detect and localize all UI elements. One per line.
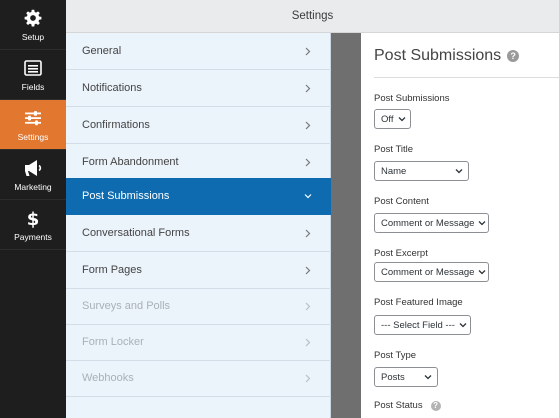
post-content-label: Post Content bbox=[374, 196, 429, 207]
sidebar-item-label: Settings bbox=[17, 131, 49, 142]
menu-item-label: Conversational Forms bbox=[82, 227, 190, 239]
chevron-down-icon bbox=[303, 191, 313, 201]
settings-menu: General Notifications Confirmations Form… bbox=[66, 33, 331, 418]
gear-icon bbox=[23, 8, 43, 28]
post-featured-image-label: Post Featured Image bbox=[374, 297, 463, 308]
chevron-down-icon bbox=[424, 373, 432, 381]
help-icon[interactable]: ? bbox=[507, 50, 520, 62]
menu-item-notifications[interactable]: Notifications bbox=[66, 70, 331, 107]
menu-item-label: Form Pages bbox=[82, 264, 142, 276]
header-title: Settings bbox=[291, 10, 334, 22]
chevron-right-icon bbox=[303, 120, 313, 130]
builder-sidebar: Setup Fields Settings Marketing $ Paymen… bbox=[0, 0, 66, 418]
post-submissions-select[interactable]: Off bbox=[374, 109, 411, 129]
post-title-label: Post Title bbox=[374, 144, 414, 155]
sidebar-item-setup[interactable]: Setup bbox=[0, 0, 66, 50]
select-value: --- Select Field --- bbox=[381, 319, 455, 331]
panel-title: Post Submissions bbox=[374, 47, 502, 64]
megaphone-icon bbox=[23, 158, 43, 178]
select-value: Name bbox=[381, 165, 407, 177]
sidebar-item-label: Payments bbox=[14, 231, 52, 242]
sidebar-item-marketing[interactable]: Marketing bbox=[0, 150, 66, 200]
dollar-icon: $ bbox=[23, 208, 43, 228]
chevron-right-icon bbox=[303, 373, 313, 383]
svg-text:$: $ bbox=[27, 209, 40, 228]
chevron-down-icon bbox=[478, 219, 486, 227]
sidebar-item-settings[interactable]: Settings bbox=[0, 100, 66, 150]
fields-list-icon bbox=[23, 58, 43, 78]
post-submissions-panel: Post Submissions ? Post Submissions Off … bbox=[361, 33, 559, 418]
menu-item-surveys-and-polls[interactable]: Surveys and Polls bbox=[66, 288, 331, 325]
sidebar-item-label: Marketing bbox=[14, 181, 52, 192]
post-featured-image-select[interactable]: --- Select Field --- bbox=[374, 315, 471, 335]
panel-heading: Post Submissions ? bbox=[374, 47, 520, 65]
chevron-right-icon bbox=[303, 83, 313, 93]
menu-item-form-locker[interactable]: Form Locker bbox=[66, 324, 331, 361]
divider bbox=[374, 77, 559, 78]
sidebar-item-fields[interactable]: Fields bbox=[0, 50, 66, 100]
post-status-label: Post Status ? bbox=[374, 400, 441, 411]
chevron-right-icon bbox=[303, 46, 313, 56]
chevron-right-icon bbox=[303, 265, 313, 275]
chevron-right-icon bbox=[303, 228, 313, 238]
menu-item-label: Form Abandonment bbox=[82, 156, 179, 168]
post-status-label-text: Post Status bbox=[374, 400, 423, 411]
chevron-right-icon bbox=[303, 157, 313, 167]
select-value: Comment or Message bbox=[381, 266, 475, 278]
builder-header: Settings bbox=[66, 0, 559, 33]
menu-item-confirmations[interactable]: Confirmations bbox=[66, 107, 331, 144]
menu-item-post-submissions[interactable]: Post Submissions bbox=[66, 178, 331, 215]
sidebar-item-label: Setup bbox=[21, 31, 45, 42]
chevron-right-icon bbox=[303, 301, 313, 311]
chevron-down-icon bbox=[455, 167, 463, 175]
chevron-down-icon bbox=[478, 268, 486, 276]
select-value: Posts bbox=[381, 371, 405, 383]
menu-item-general[interactable]: General bbox=[66, 33, 331, 70]
select-value: Comment or Message bbox=[381, 217, 475, 229]
menu-item-label: Surveys and Polls bbox=[82, 300, 171, 312]
menu-item-label: Notifications bbox=[82, 82, 142, 94]
select-value: Off bbox=[381, 113, 394, 125]
chevron-down-icon bbox=[459, 321, 467, 329]
sidebar-item-label: Fields bbox=[21, 81, 45, 92]
menu-item-label: Webhooks bbox=[82, 372, 134, 384]
post-title-select[interactable]: Name bbox=[374, 161, 469, 181]
menu-item-form-pages[interactable]: Form Pages bbox=[66, 252, 331, 289]
chevron-right-icon bbox=[303, 337, 313, 347]
post-excerpt-select[interactable]: Comment or Message bbox=[374, 262, 489, 282]
post-content-select[interactable]: Comment or Message bbox=[374, 213, 489, 233]
post-submissions-label: Post Submissions bbox=[374, 93, 450, 104]
post-type-select[interactable]: Posts bbox=[374, 367, 438, 387]
menu-item-label: General bbox=[82, 45, 122, 57]
chevron-down-icon bbox=[398, 115, 406, 123]
menu-item-form-abandonment[interactable]: Form Abandonment bbox=[66, 144, 331, 181]
menu-item-label: Post Submissions bbox=[82, 190, 170, 202]
post-type-label: Post Type bbox=[374, 350, 417, 361]
menu-item-webhooks[interactable]: Webhooks bbox=[66, 360, 331, 397]
sliders-icon bbox=[23, 108, 43, 128]
sidebar-item-payments[interactable]: $ Payments bbox=[0, 200, 66, 250]
menu-item-label: Form Locker bbox=[82, 336, 144, 348]
panel-gutter bbox=[331, 33, 361, 418]
menu-item-conversational-forms[interactable]: Conversational Forms bbox=[66, 215, 331, 252]
menu-item-label: Confirmations bbox=[82, 119, 150, 131]
help-icon[interactable]: ? bbox=[430, 400, 441, 411]
post-excerpt-label: Post Excerpt bbox=[374, 248, 428, 259]
